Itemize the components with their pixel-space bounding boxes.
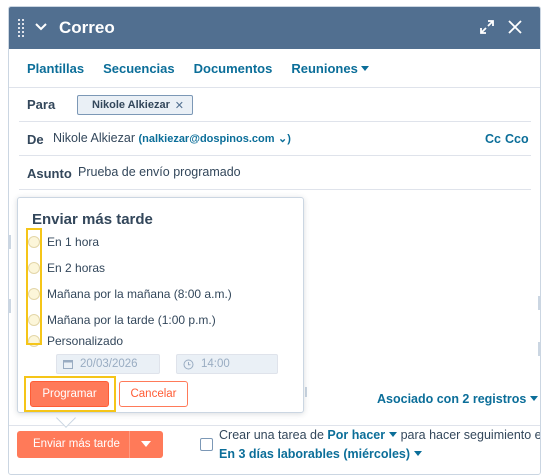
highlight-box <box>26 228 42 345</box>
tab-secuencias[interactable]: Secuencias <box>103 61 175 76</box>
calendar-icon <box>63 360 73 369</box>
option-tomorrow-afternoon[interactable]: Mañana por la tarde (1:00 p.m.) <box>28 313 216 327</box>
caret-down-icon <box>530 396 539 402</box>
create-task-checkbox[interactable] <box>200 438 213 451</box>
toolbar-tabs: Plantillas Secuencias Documentos Reunion… <box>27 61 388 76</box>
option-label: En 1 hora <box>47 235 100 249</box>
expand-icon[interactable] <box>479 19 495 35</box>
option-label: Mañana por la mañana (8:00 a.m.) <box>47 287 232 301</box>
bcc-button[interactable]: Cco <box>505 132 529 146</box>
time-value: 14:00 <box>201 358 230 370</box>
to-label: Para <box>27 97 56 112</box>
tab-plantillas[interactable]: Plantillas <box>27 61 84 76</box>
background-fragment <box>538 296 540 310</box>
tab-reuniones[interactable]: Reuniones <box>291 61 369 76</box>
composer-header[interactable]: Correo <box>9 7 540 49</box>
create-task-text: Crear una tarea de Por hacer para hacer … <box>219 428 541 442</box>
background-fragment <box>9 299 11 313</box>
subject-input[interactable]: Prueba de envío programado <box>78 165 241 179</box>
caret-down-icon <box>414 451 423 457</box>
task-type-label: Por hacer <box>327 428 386 442</box>
task-due-label: En 3 días laborables (miércoles) <box>219 447 411 461</box>
caret-down-icon[interactable] <box>141 441 151 447</box>
popover-title: Enviar más tarde <box>32 211 153 228</box>
background-fragment <box>538 342 540 356</box>
associated-records-label: Asociado con 2 registros <box>377 392 527 406</box>
task-middle: para hacer seguimiento en <box>400 428 541 442</box>
email-composer: Correo Plantillas Secuencias Documentos … <box>8 6 541 475</box>
caret-down-icon <box>389 432 398 438</box>
divider <box>19 121 531 122</box>
from-label: De <box>27 132 44 147</box>
divider <box>9 425 540 426</box>
background-fragment <box>305 387 307 397</box>
date-input[interactable]: 20/03/2026 <box>56 354 160 374</box>
drag-handle-icon[interactable] <box>18 19 26 37</box>
schedule-popover: Enviar más tarde En 1 hora En 2 horas Ma… <box>17 197 304 413</box>
tab-reuniones-label: Reuniones <box>291 61 358 76</box>
caret-down-icon <box>360 66 369 72</box>
subject-label: Asunto <box>27 166 72 181</box>
recipient-chip[interactable]: Nikole Alkiezar ✕ <box>77 95 193 115</box>
time-input[interactable]: 14:00 <box>176 354 278 374</box>
send-later-button[interactable]: Enviar más tarde <box>17 431 163 458</box>
option-label: Personalizado <box>47 334 124 348</box>
schedule-button[interactable]: Programar <box>30 381 109 407</box>
divider <box>9 87 540 88</box>
send-later-label: Enviar más tarde <box>33 438 120 450</box>
option-label: En 2 horas <box>47 261 106 275</box>
divider <box>19 189 531 190</box>
cancel-button[interactable]: Cancelar <box>119 381 188 407</box>
remove-recipient-icon[interactable]: ✕ <box>175 99 184 112</box>
divider <box>19 155 531 156</box>
task-prefix: Crear una tarea de <box>219 428 324 442</box>
from-email: (nalkiezar@dospinos.com <box>138 133 275 145</box>
from-email-dropdown-icon[interactable]: ⌄) <box>278 133 291 145</box>
from-name: Nikole Alkiezar <box>53 131 135 145</box>
close-icon[interactable] <box>507 19 523 35</box>
clock-icon <box>183 359 194 369</box>
recipient-name: Nikole Alkiezar <box>92 99 170 111</box>
date-value: 20/03/2026 <box>80 358 138 370</box>
option-custom[interactable]: Personalizado <box>28 334 123 348</box>
background-fragment <box>9 235 11 249</box>
option-tomorrow-morning[interactable]: Mañana por la mañana (8:00 a.m.) <box>28 287 232 301</box>
associated-records-dropdown[interactable]: Asociado con 2 registros <box>377 392 539 406</box>
cc-button[interactable]: Cc <box>485 132 501 146</box>
tab-documentos[interactable]: Documentos <box>194 61 273 76</box>
button-divider <box>129 431 130 458</box>
chevron-down-icon[interactable] <box>33 19 49 35</box>
composer-title: Correo <box>59 18 115 37</box>
task-type-dropdown[interactable]: Por hacer <box>327 428 398 442</box>
option-label: Mañana por la tarde (1:00 p.m.) <box>47 313 216 327</box>
task-due-dropdown[interactable]: En 3 días laborables (miércoles) <box>219 447 423 461</box>
from-selector[interactable]: Nikole Alkiezar (nalkiezar@dospinos.com … <box>53 131 291 145</box>
